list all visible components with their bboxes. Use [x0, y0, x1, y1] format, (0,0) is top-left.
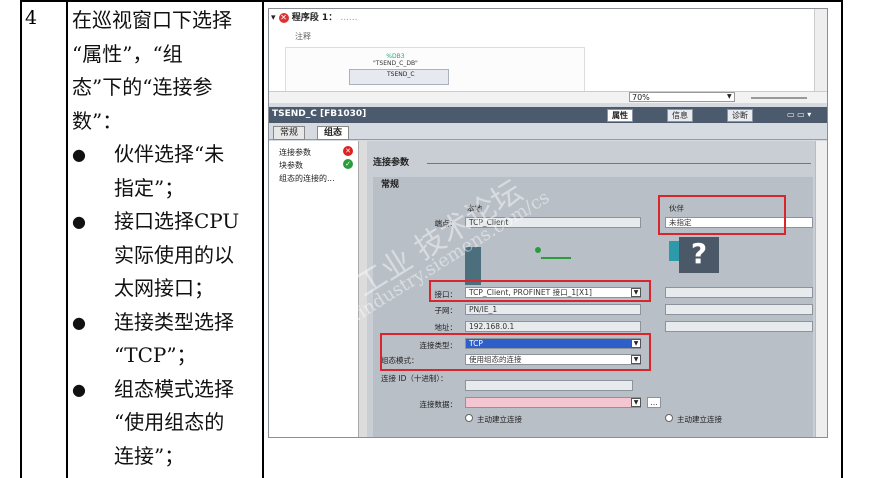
editor-scrollbar[interactable]	[814, 9, 827, 99]
partner-subnet-field[interactable]	[665, 304, 813, 315]
browse-button[interactable]: …	[647, 397, 661, 408]
connection-id-field[interactable]	[465, 380, 633, 391]
partner-device-icon	[669, 241, 679, 261]
intro-line: 在巡视窗口下选择	[72, 8, 232, 32]
bullet-icon: ●	[72, 379, 86, 399]
nav-item-block-params[interactable]: 块参数	[279, 160, 303, 171]
connection-data-label: 连接数据：	[419, 400, 458, 409]
tab-general[interactable]: 常规	[273, 126, 306, 140]
highlight-partner	[658, 195, 786, 235]
bullet-continuation: 指定”；	[114, 175, 185, 200]
content-scrollbar[interactable]	[815, 141, 827, 437]
chevron-down-icon[interactable]: ▼	[631, 398, 641, 407]
bullet-item: ● 接口选择CPU	[72, 205, 258, 239]
intro-line: 数”：	[72, 108, 123, 133]
intro-line: “属性”，“组	[72, 41, 183, 66]
bullet-icon: ●	[72, 212, 86, 231]
step-instructions: 在巡视窗口下选择 “属性”，“组 态”下的“连接参 数”： ● 伙伴选择“未 指定…	[72, 4, 258, 473]
active-local-radio[interactable]	[465, 414, 473, 422]
subsection-title: 常规	[381, 180, 400, 190]
zoom-select[interactable]: 70%	[629, 92, 735, 102]
network-title[interactable]: ▾ ✕ 程序段 1： ......	[271, 10, 358, 23]
zoom-slider[interactable]	[751, 97, 807, 99]
fb-instance-label: %DB3 "TSEND_C_DB"	[373, 53, 418, 67]
step-number: 4	[25, 7, 38, 29]
bullet-icon: ●	[72, 312, 86, 332]
partner-interface-field[interactable]	[665, 287, 813, 298]
section-title: 连接参数	[373, 158, 410, 168]
check-icon: ✓	[343, 159, 353, 169]
error-icon: ✕	[278, 13, 289, 23]
chevron-down-icon[interactable]: ▼	[727, 93, 737, 101]
address-field[interactable]: 192.168.0.1	[465, 321, 641, 332]
tab-diagnostics[interactable]: 诊断	[727, 109, 753, 122]
bullet-icon: ●	[72, 145, 86, 164]
connection-line	[541, 257, 571, 259]
network-comment[interactable]: 注释	[295, 31, 311, 42]
connection-data-select[interactable]	[465, 397, 641, 408]
tab-configuration[interactable]: 组态	[317, 126, 350, 140]
bullet-continuation: 太网接口；	[114, 276, 214, 300]
inspector-title: TSEND_C [FB1030]	[272, 109, 367, 119]
active-partner-radio[interactable]	[665, 414, 673, 422]
bullet-continuation: 连接”；	[114, 443, 185, 468]
unknown-partner-icon: ?	[679, 237, 719, 273]
fb-block-name: TSEND_C	[387, 71, 415, 78]
active-partner-label: 主动建立连接	[677, 415, 722, 424]
status-dot-icon	[535, 247, 541, 253]
intro-line: 态”下的“连接参	[72, 75, 213, 99]
section-divider	[427, 163, 811, 164]
error-icon: ✕	[343, 146, 353, 156]
subnet-label: 子网：	[434, 306, 458, 315]
zoom-bar	[269, 91, 827, 103]
column-divider	[66, 0, 68, 478]
partner-address-field[interactable]	[665, 321, 813, 332]
bullet-continuation: “使用组态的	[114, 410, 225, 434]
column-divider	[262, 0, 264, 478]
window-controls-icon[interactable]: ▭ ▭ ▾	[787, 110, 811, 119]
bullet-continuation: “TCP”；	[114, 343, 197, 367]
tab-properties[interactable]: 属性	[607, 109, 633, 122]
subnet-field[interactable]: PN/IE_1	[465, 304, 641, 315]
tab-info[interactable]: 信息	[667, 109, 693, 122]
nav-item-conn-params[interactable]: 连接参数	[279, 147, 311, 158]
highlight-conn-type	[380, 333, 651, 371]
bullet-item: ● 伙伴选择“未	[72, 138, 258, 172]
active-local-label: 主动建立连接	[477, 415, 522, 424]
nav-item-configured-conn[interactable]: 组态的连接的...	[279, 173, 335, 184]
tia-screenshot: ▾ ✕ 程序段 1： ...... 注释 %DB3 "TSEND_C_DB" TS…	[268, 8, 828, 438]
bullet-item: ● 连接类型选择	[72, 306, 258, 340]
bullet-continuation: 实际使用的以	[114, 242, 234, 267]
sub-tab-bar	[269, 125, 827, 140]
connection-id-label: 连接 ID（十进制）：	[381, 374, 448, 383]
highlight-interface	[429, 280, 651, 302]
bullet-item: ● 组态模式选择	[72, 373, 258, 407]
address-label: 地址：	[434, 323, 458, 332]
